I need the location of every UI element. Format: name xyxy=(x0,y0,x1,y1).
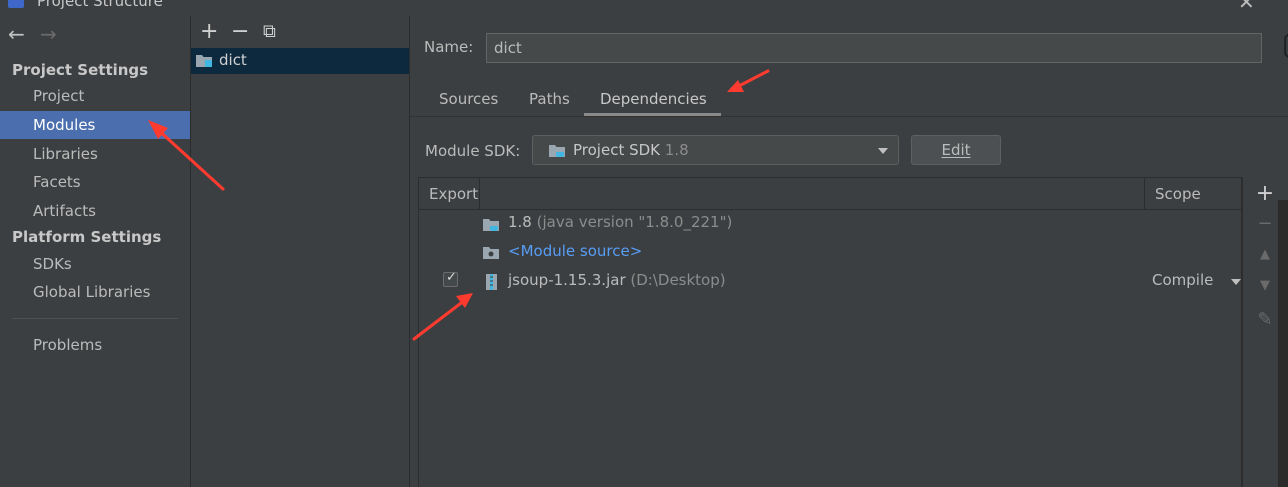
dependency-name: jsoup-1.15.3.jar xyxy=(508,271,626,289)
scope-dropdown[interactable]: Compile xyxy=(1152,271,1213,289)
sidebar-item-modules[interactable]: Modules xyxy=(0,111,190,139)
move-down-icon[interactable]: ▼ xyxy=(1255,278,1275,293)
background-window-fragment: ❲ xyxy=(1276,30,1288,58)
sidebar-item-facets[interactable]: Facets xyxy=(0,168,190,196)
window-title: Project Structure xyxy=(37,0,163,10)
edit-pencil-icon[interactable]: ✎ xyxy=(1255,309,1275,330)
tab-dependencies[interactable]: Dependencies xyxy=(600,90,707,108)
modules-panel: + − ⧉ dict xyxy=(191,16,410,487)
sidebar-item-global-libraries[interactable]: Global Libraries xyxy=(0,278,190,306)
dependency-entry: 1.8 (java version "1.8.0_221") xyxy=(508,213,732,231)
settings-sidebar: ← → Project Settings Project Modules Lib… xyxy=(0,16,191,487)
module-name: dict xyxy=(219,51,247,69)
module-settings-panel: Name: Sources Paths Dependencies Module … xyxy=(410,16,1288,487)
dependency-name: <Module source> xyxy=(508,242,643,260)
name-label: Name: xyxy=(424,38,474,56)
jar-icon xyxy=(486,274,497,290)
sidebar-item-project[interactable]: Project xyxy=(0,82,190,110)
table-row[interactable]: <Module source> xyxy=(419,238,1241,267)
module-source-icon xyxy=(483,247,499,259)
platform-settings-header: Platform Settings xyxy=(12,228,162,246)
back-arrow-icon[interactable]: ← xyxy=(8,22,25,46)
module-list-item[interactable]: dict xyxy=(191,48,409,74)
export-checkbox[interactable]: ✓ xyxy=(443,270,458,287)
dependency-entry: jsoup-1.15.3.jar (D:\Desktop) xyxy=(508,271,726,289)
copy-icon[interactable]: ⧉ xyxy=(263,18,276,46)
sdk-value: Project SDK 1.8 xyxy=(573,141,689,159)
background-window-edge xyxy=(1278,200,1288,487)
column-separator xyxy=(1144,178,1145,209)
table-row[interactable]: 1.8 (java version "1.8.0_221") xyxy=(419,209,1241,238)
remove-icon[interactable]: − xyxy=(231,18,249,46)
column-separator xyxy=(479,178,480,209)
tab-paths[interactable]: Paths xyxy=(529,90,570,108)
scope-column-header[interactable]: Scope xyxy=(1155,185,1201,203)
module-folder-icon xyxy=(196,55,212,67)
check-icon: ✓ xyxy=(446,270,457,285)
app-icon xyxy=(8,0,24,8)
dependency-name: 1.8 xyxy=(508,213,532,231)
dependency-detail: (java version "1.8.0_221") xyxy=(536,213,733,231)
forward-arrow-icon[interactable]: → xyxy=(40,22,57,46)
table-row[interactable]: ✓ jsoup-1.15.3.jar (D:\Desktop) Compile xyxy=(419,267,1241,296)
sidebar-item-libraries[interactable]: Libraries xyxy=(0,140,190,168)
sdk-folder-icon xyxy=(549,145,565,157)
table-header: Export Scope xyxy=(419,178,1241,210)
sidebar-item-problems[interactable]: Problems xyxy=(0,331,190,359)
move-up-icon[interactable]: ▲ xyxy=(1255,247,1275,262)
dependency-detail: (D:\Desktop) xyxy=(630,271,726,289)
edit-sdk-button[interactable]: Edit xyxy=(911,135,1001,165)
tabs-divider xyxy=(410,116,1288,117)
remove-icon[interactable]: − xyxy=(1255,213,1275,234)
tab-sources[interactable]: Sources xyxy=(439,90,498,108)
export-column-header[interactable]: Export xyxy=(429,185,478,203)
close-icon[interactable]: ✕ xyxy=(1238,0,1255,14)
sdk-version: 1.8 xyxy=(664,141,689,159)
title-bar: Project Structure ✕ xyxy=(0,0,1288,16)
sidebar-item-sdks[interactable]: SDKs xyxy=(0,250,190,278)
sidebar-divider xyxy=(12,318,178,319)
sidebar-item-artifacts[interactable]: Artifacts xyxy=(0,197,190,225)
chevron-down-icon xyxy=(1231,279,1241,285)
chevron-down-icon xyxy=(878,148,888,154)
scope-value: Compile xyxy=(1152,271,1214,289)
module-name-field[interactable] xyxy=(486,33,1262,63)
jdk-folder-icon xyxy=(483,219,499,231)
dependencies-table: Export Scope 1.8 (java version "1.8.0_22… xyxy=(418,177,1242,487)
add-icon[interactable]: + xyxy=(200,18,218,46)
add-icon[interactable]: + xyxy=(1255,181,1275,206)
module-sdk-dropdown[interactable]: Project SDK 1.8 xyxy=(532,135,899,165)
project-settings-header: Project Settings xyxy=(12,61,149,79)
sdk-name: Project SDK xyxy=(573,141,660,159)
module-sdk-label: Module SDK: xyxy=(425,142,521,160)
